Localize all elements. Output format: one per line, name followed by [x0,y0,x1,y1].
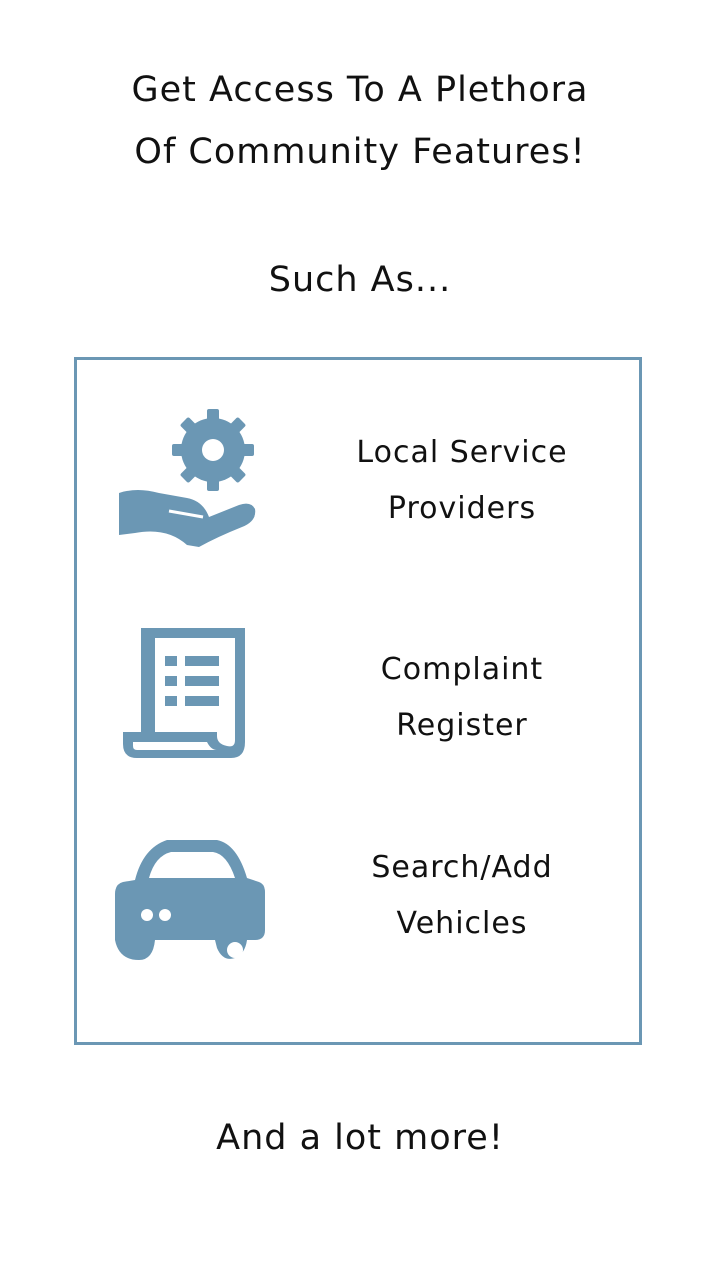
subheading: Such As... [268,260,452,300]
features-box: Local Service Providers Complaint Regist… [74,357,642,1045]
feature-label: Search/Add Vehicles [371,850,553,941]
document-list-icon [107,622,267,772]
page-title-line-2: Of Community Features! [134,132,586,172]
service-hand-gear-icon [107,405,267,555]
page-title: Get Access To A Plethora Of Community Fe… [0,59,720,183]
footer-text: And a lot more! [216,1118,504,1158]
page-title-line-1: Get Access To A Plethora [131,70,589,110]
car-icon [107,830,267,980]
feature-label: Complaint Register [380,652,544,743]
feature-label: Local Service Providers [356,435,568,526]
feature-local-service-providers: Local Service Providers [77,405,639,555]
feature-complaint-register: Complaint Register [77,622,639,772]
feature-search-add-vehicles: Search/Add Vehicles [77,830,639,980]
